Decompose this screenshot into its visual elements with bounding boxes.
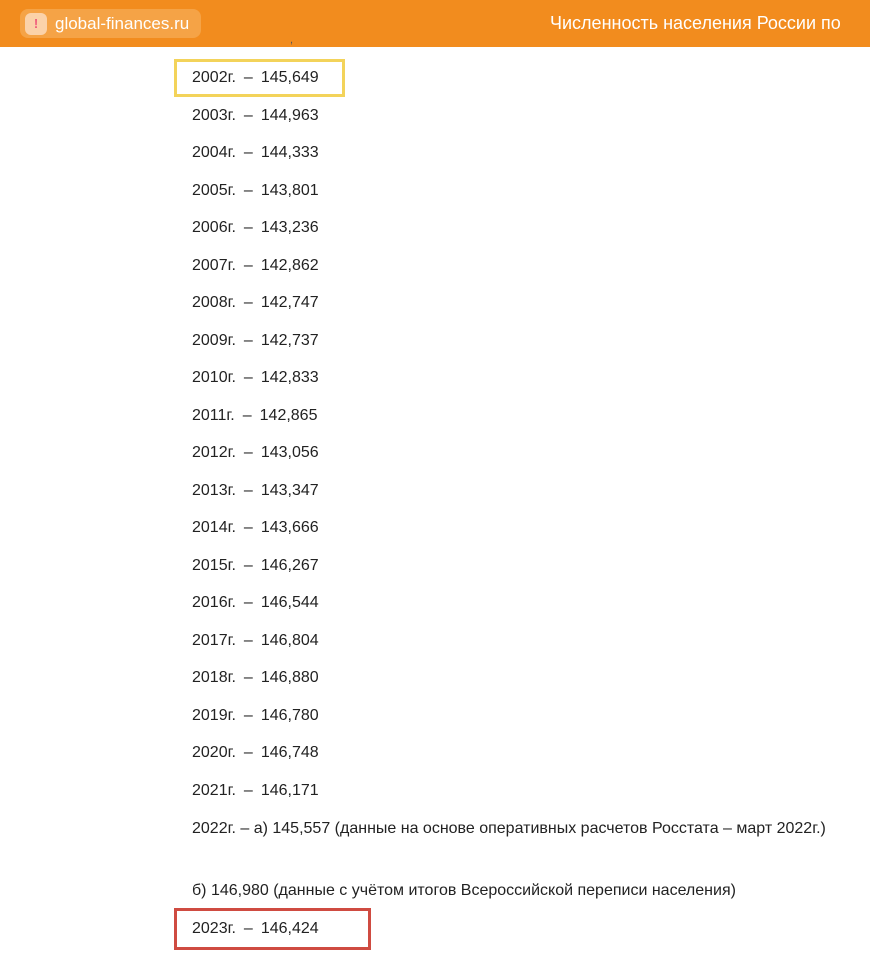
row-dash: – (243, 481, 253, 499)
list-item: 2021г. –146,171 (192, 781, 319, 801)
list-item: 2013г. –143,347 (192, 481, 319, 501)
row-year: 2009г. (192, 331, 236, 349)
highlight-box-2002 (174, 59, 345, 97)
row-year: 2007г. (192, 256, 236, 274)
row-value: 144,333 (260, 144, 319, 161)
list-item: 2008г. –142,747 (192, 293, 319, 313)
row-year: 2013г. (192, 481, 236, 499)
row-dash: – (243, 294, 253, 311)
row-year: 2004г. (192, 144, 236, 161)
row-year: 2003г. (192, 106, 236, 124)
row-value: 146,171 (260, 781, 319, 799)
row-dash: – (243, 556, 253, 574)
row-dash: – (243, 706, 253, 724)
list-item: 2010г. –142,833 (192, 368, 319, 388)
row-dash: – (243, 369, 253, 386)
list-item: 2016г. –146,544 (192, 593, 319, 613)
row-dash: – (243, 219, 253, 236)
row-dash: – (243, 256, 253, 274)
site-url[interactable]: global-finances.ru (55, 14, 189, 34)
row-value: 146,780 (260, 706, 319, 724)
note-2022-b: б) 146,980 (данные с учётом итогов Всеро… (192, 882, 736, 899)
row-value: 143,666 (260, 519, 319, 536)
list-item: 2005г. –143,801 (192, 181, 319, 201)
exclamation-icon[interactable]: ! (25, 12, 47, 35)
row-year: 2017г. (192, 631, 236, 649)
row-dash: – (243, 181, 253, 199)
row-dash: – (242, 406, 252, 424)
row-year: 2018г. (192, 669, 236, 686)
list-item: 2020г. –146,748 (192, 743, 319, 763)
row-value: 143,056 (260, 444, 319, 461)
row-value: 143,236 (260, 219, 319, 236)
row-value: 142,862 (260, 256, 319, 274)
list-item: 2014г. –143,666 (192, 518, 319, 538)
list-item: 2012г. –143,056 (192, 443, 319, 463)
list-item: 2019г. –146,780 (192, 706, 319, 726)
row-dash: – (243, 781, 253, 799)
row-dash: – (243, 744, 253, 761)
row-dash: – (243, 519, 253, 536)
list-item: 2011г. –142,865 (192, 406, 317, 426)
row-year: 2014г. (192, 519, 236, 536)
list-item: 2015г. –146,267 (192, 556, 319, 576)
row-dash: – (243, 631, 253, 649)
row-value: 142,833 (260, 369, 319, 386)
list-item: 2009г. –142,737 (192, 331, 319, 351)
row-year: 2005г. (192, 181, 236, 199)
row-value: 143,801 (260, 181, 319, 199)
row-year: 2010г. (192, 369, 236, 386)
row-value: 143,347 (260, 481, 319, 499)
row-dash: – (243, 331, 253, 349)
row-dash: – (243, 444, 253, 461)
row-year: 2008г. (192, 294, 236, 311)
row-value: 144,963 (260, 106, 319, 124)
list-item: 2003г. –144,963 (192, 106, 319, 126)
list-item: 2018г. –146,880 (192, 668, 319, 688)
row-value: 142,737 (260, 331, 319, 349)
row-year: 2006г. (192, 219, 236, 236)
row-year: 2015г. (192, 556, 236, 574)
row-year: 2012г. (192, 444, 236, 461)
list-item: 2004г. –144,333 (192, 143, 319, 163)
note-2022-a: 2022г. – а) 145,557 (данные на основе оп… (192, 820, 826, 837)
row-year: 2021г. (192, 781, 236, 799)
row-value: 142,747 (260, 294, 319, 311)
list-item: 2017г. –146,804 (192, 631, 319, 651)
row-dash: – (243, 669, 253, 686)
site-address-pill[interactable]: ! global-finances.ru (20, 9, 202, 38)
row-year: 2019г. (192, 706, 236, 724)
row-dash: – (243, 106, 253, 124)
row-value: 146,267 (260, 556, 319, 574)
row-value: 142,865 (259, 406, 318, 424)
highlight-box-2023 (174, 908, 371, 950)
row-value: 146,804 (260, 631, 319, 649)
list-item: 2006г. –143,236 (192, 218, 319, 238)
top-bar: ! global-finances.ru Численность населен… (0, 0, 870, 47)
row-year: 2020г. (192, 744, 236, 761)
list-item: 2007г. –142,862 (192, 256, 319, 276)
row-value: 146,544 (260, 594, 319, 611)
page-title: Численность населения России по (550, 13, 841, 33)
row-dash: – (243, 594, 253, 611)
row-year: 2016г. (192, 594, 236, 611)
row-value: 146,880 (260, 669, 319, 686)
row-value: 146,748 (260, 744, 319, 761)
row-year: 2011г. (192, 406, 235, 424)
row-dash: – (243, 144, 253, 161)
clipped-text-fragment: , (290, 34, 294, 46)
